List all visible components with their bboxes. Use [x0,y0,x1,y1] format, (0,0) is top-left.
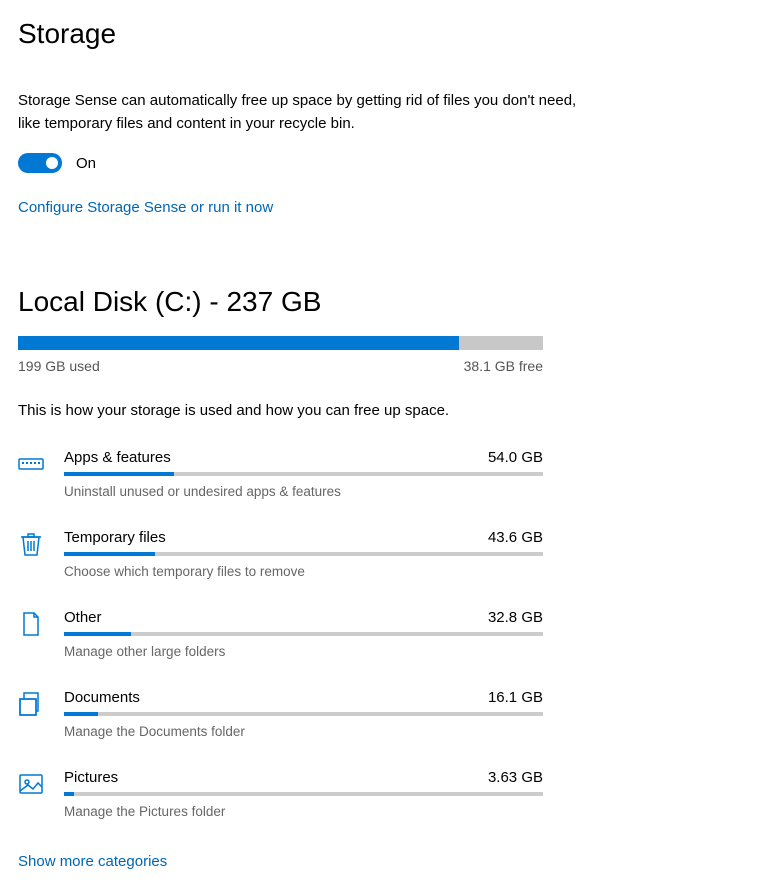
disk-free-label: 38.1 GB free [464,358,543,374]
category-hint: Manage other large folders [64,644,543,659]
category-hint: Choose which temporary files to remove [64,564,543,579]
category-hint: Manage the Documents folder [64,724,543,739]
category-header: Pictures 3.63 GB [64,769,543,786]
storage-sense-toggle[interactable] [18,153,62,173]
category-header: Temporary files 43.6 GB [64,529,543,546]
category-size: 3.63 GB [488,769,543,786]
category-name: Temporary files [64,529,166,546]
documents-icon [18,691,44,717]
category-bar [64,472,543,476]
storage-sense-description: Storage Sense can automatically free up … [18,90,578,135]
category-size: 43.6 GB [488,529,543,546]
category-bar [64,792,543,796]
category-other[interactable]: Other 32.8 GB Manage other large folders [18,609,543,659]
category-trash[interactable]: Temporary files 43.6 GB Choose which tempo… [18,529,543,579]
category-list: Apps & features 54.0 GB Uninstall unused o… [18,449,543,819]
storage-sense-toggle-label: On [76,155,96,172]
configure-storage-sense-link[interactable]: Configure Storage Sense or run it now [18,199,273,216]
disk-title: Local Disk (C:) - 237 GB [18,286,750,318]
category-bar-fill [64,472,174,476]
category-body: Pictures 3.63 GB Manage the Pictures folde… [64,769,543,819]
category-header: Documents 16.1 GB [64,689,543,706]
category-bar-fill [64,552,155,556]
category-bar-fill [64,792,74,796]
category-size: 32.8 GB [488,609,543,626]
category-size: 16.1 GB [488,689,543,706]
category-name: Documents [64,689,140,706]
other-icon [18,611,44,637]
category-apps[interactable]: Apps & features 54.0 GB Uninstall unused o… [18,449,543,499]
pictures-icon [18,771,44,797]
category-name: Pictures [64,769,118,786]
category-size: 54.0 GB [488,449,543,466]
disk-usage-bar-fill [18,336,459,350]
category-header: Other 32.8 GB [64,609,543,626]
category-body: Temporary files 43.6 GB Choose which tempo… [64,529,543,579]
disk-usage-bar [18,336,543,350]
disk-usage-labels: 199 GB used 38.1 GB free [18,358,543,374]
usage-description: This is how your storage is used and how… [18,402,750,419]
storage-sense-toggle-row: On [18,153,750,173]
category-hint: Manage the Pictures folder [64,804,543,819]
page-title: Storage [18,18,750,50]
category-documents[interactable]: Documents 16.1 GB Manage the Documents fol… [18,689,543,739]
category-header: Apps & features 54.0 GB [64,449,543,466]
trash-icon [18,531,44,557]
category-name: Other [64,609,102,626]
category-body: Other 32.8 GB Manage other large folders [64,609,543,659]
category-pictures[interactable]: Pictures 3.63 GB Manage the Pictures folde… [18,769,543,819]
category-body: Documents 16.1 GB Manage the Documents fol… [64,689,543,739]
category-bar-fill [64,712,98,716]
disk-used-label: 199 GB used [18,358,100,374]
category-bar [64,552,543,556]
category-bar-fill [64,632,131,636]
category-bar [64,712,543,716]
category-hint: Uninstall unused or undesired apps & fea… [64,484,543,499]
category-bar [64,632,543,636]
show-more-categories-link[interactable]: Show more categories [18,853,167,870]
category-name: Apps & features [64,449,171,466]
apps-icon [18,451,44,477]
category-body: Apps & features 54.0 GB Uninstall unused o… [64,449,543,499]
